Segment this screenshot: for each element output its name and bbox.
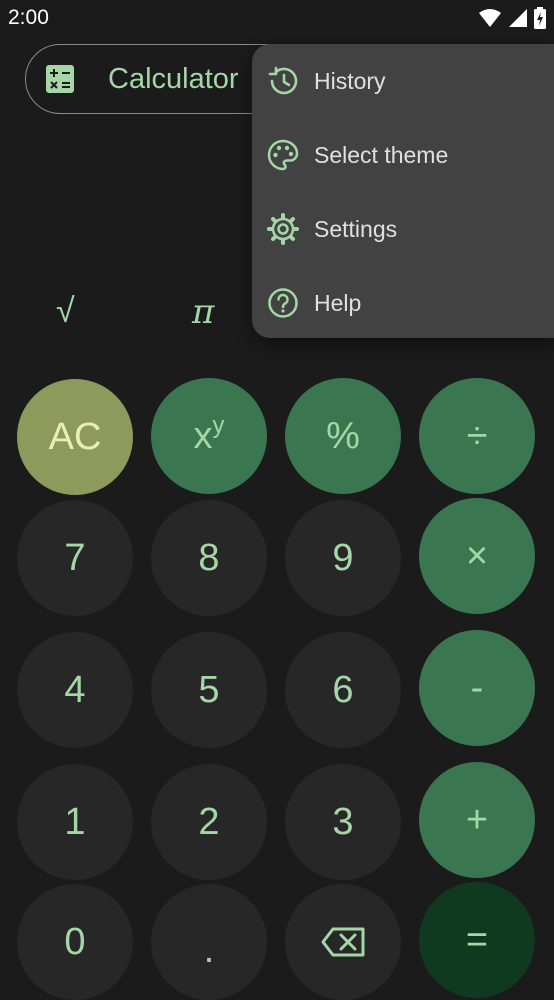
percent-label: % [326,414,360,457]
menu-label-settings: Settings [314,216,398,242]
overflow-menu: History Select theme Settings Help [252,44,554,338]
menu-label-history: History [314,68,386,94]
digit-3-label: 3 [332,800,354,843]
menu-label-select-theme: Select theme [314,142,449,168]
gear-icon [267,213,299,245]
cell-signal-icon [509,9,527,27]
menu-item-select-theme[interactable]: Select theme [252,118,554,192]
power-button[interactable]: xy [151,378,267,494]
digit-5-label: 5 [198,668,220,711]
digit-8-button[interactable]: 8 [151,500,267,616]
app-title: Calculator [108,63,239,95]
palette-icon [267,139,299,171]
history-icon [268,66,298,95]
menu-item-help[interactable]: Help [252,266,554,340]
menu-item-history[interactable]: History [252,44,554,118]
calculator-icon [46,65,74,93]
plus-button[interactable]: + [419,762,535,878]
wifi-icon [479,9,501,27]
multiply-button[interactable]: × [419,498,535,614]
battery-icon [534,7,546,29]
minus-button[interactable]: - [419,630,535,746]
digit-3-button[interactable]: 3 [285,764,401,880]
plus-label: + [465,798,489,841]
help-icon [268,288,298,318]
backspace-icon [321,927,365,957]
digit-0-label: 0 [64,920,86,963]
sqrt-button[interactable]: √ [56,292,75,331]
digit-1-button[interactable]: 1 [17,764,133,880]
equals-label: = [465,918,489,961]
digit-6-label: 6 [332,668,354,711]
divide-label: ÷ [466,414,488,457]
digit-8-label: 8 [198,536,220,579]
minus-label: - [470,666,484,709]
digit-4-label: 4 [64,668,86,711]
status-bar: 2:00 [0,0,554,36]
digit-5-button[interactable]: 5 [151,632,267,748]
digit-6-button[interactable]: 6 [285,632,401,748]
digit-7-button[interactable]: 7 [17,500,133,616]
multiply-label: × [465,534,489,577]
digit-1-label: 1 [64,800,86,843]
divide-button[interactable]: ÷ [419,378,535,494]
decimal-label: . [203,928,215,971]
digit-2-button[interactable]: 2 [151,764,267,880]
power-exponent: y [212,412,225,439]
menu-item-settings[interactable]: Settings [252,192,554,266]
menu-label-help: Help [314,290,362,316]
digit-9-button[interactable]: 9 [285,500,401,616]
status-time: 2:00 [8,6,49,29]
digit-4-button[interactable]: 4 [17,632,133,748]
digit-2-label: 2 [198,800,220,843]
pi-button[interactable]: π [192,292,214,332]
status-icons [478,7,546,29]
ac-button[interactable]: AC [17,379,133,495]
percent-button[interactable]: % [285,378,401,494]
digit-0-button[interactable]: 0 [17,884,133,1000]
power-base: x [193,414,213,457]
backspace-button[interactable] [285,884,401,1000]
digit-7-label: 7 [64,536,86,579]
ac-label: AC [48,415,102,458]
equals-button[interactable]: = [419,882,535,998]
decimal-button[interactable]: . [151,884,267,1000]
digit-9-label: 9 [332,536,354,579]
